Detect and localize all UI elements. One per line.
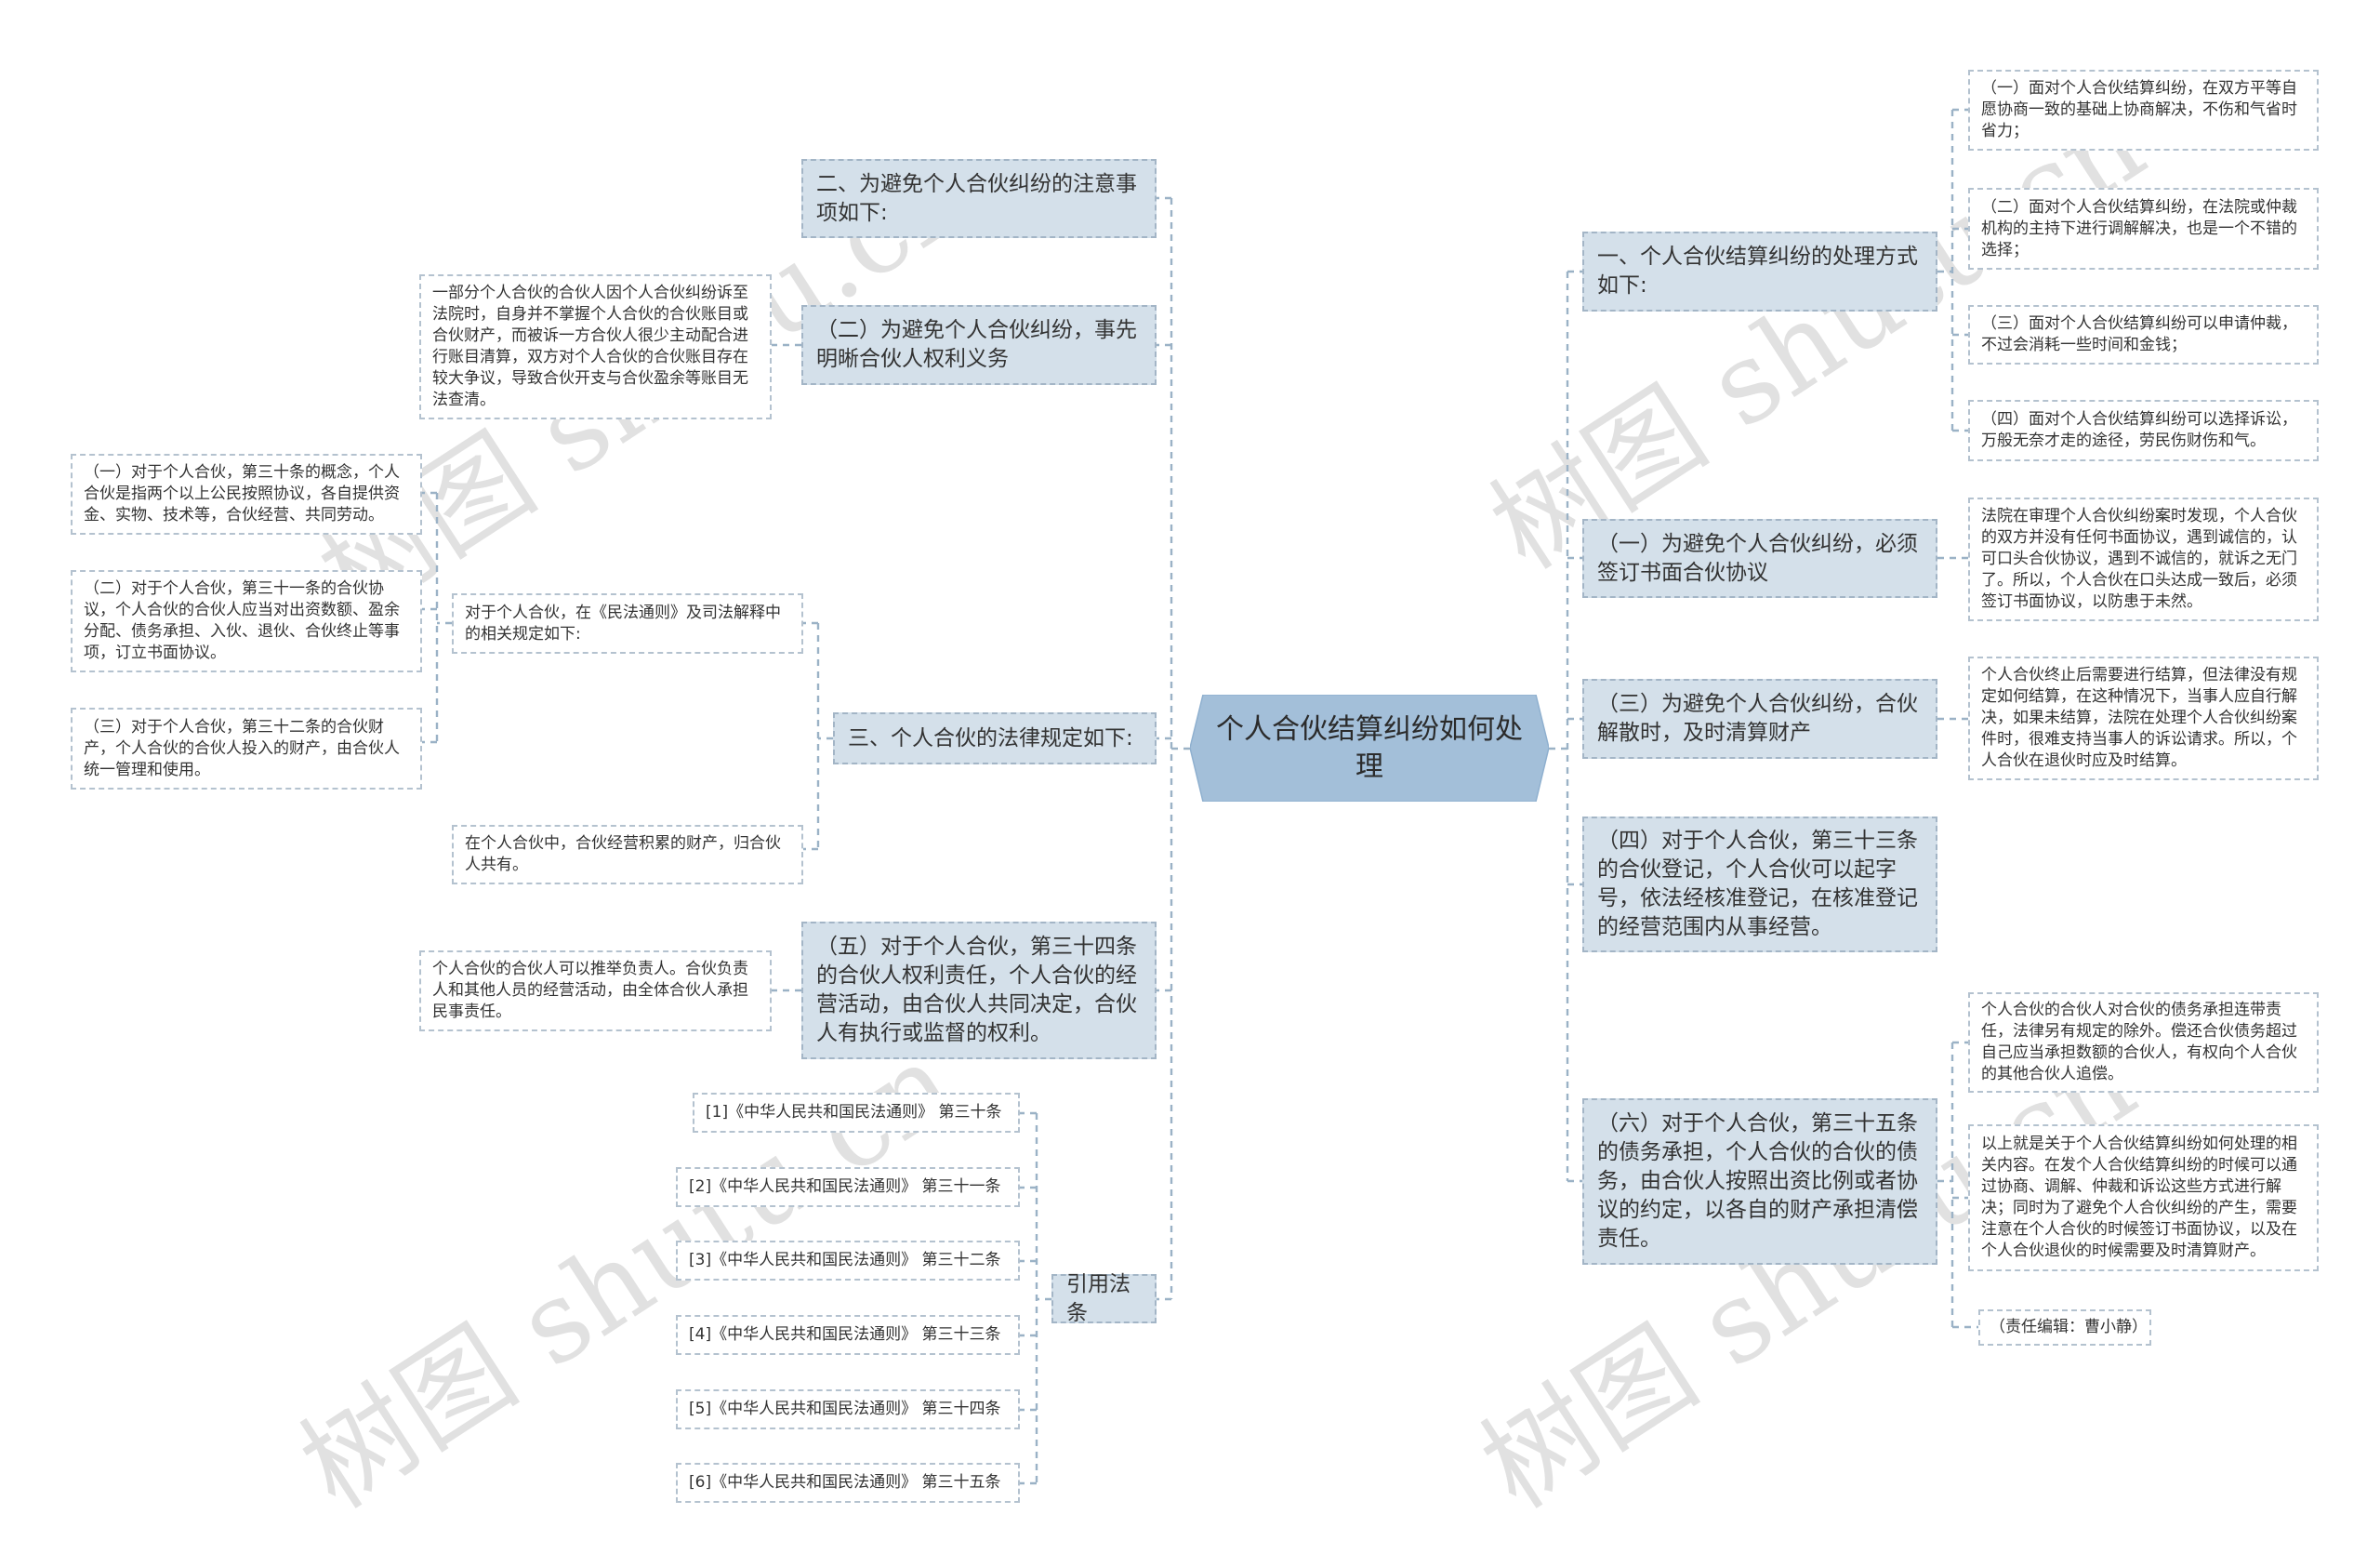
root-node[interactable]: 个人合伙结算纠纷如何处理 — [1190, 695, 1549, 802]
leaf-text: （三）面对个人合伙结算纠纷可以申请仲裁，不过会消耗一些时间和金钱； — [1981, 314, 2297, 354]
leaf-joint-property[interactable]: 在个人合伙中，合伙经营积累的财产，归合伙人共有。 — [452, 825, 803, 884]
leaf-text: （二）面对个人合伙结算纠纷，在法院或仲裁机构的主持下进行调解解决，也是一个不错的… — [1981, 197, 2297, 259]
citation-item[interactable]: [1]《中华人民共和国民法通则》 第三十条 — [693, 1093, 1020, 1133]
branch-liquidate-property[interactable]: （三）为避免个人合伙纠纷，合伙解散时，及时清算财产 — [1582, 679, 1937, 759]
leaf-text: 一部分个人合伙的合伙人因个人合伙纠纷诉至法院时，自身并不掌握个人合伙的合伙账目或… — [432, 284, 748, 409]
leaf-editor-credit[interactable]: （责任编辑：曹小静） — [1978, 1309, 2151, 1346]
citation-text: [5]《中华人民共和国民法通则》 第三十四条 — [689, 1400, 1001, 1418]
branch-label: （三）为避免个人合伙纠纷，合伙解散时，及时清算财产 — [1597, 692, 1918, 745]
leaf-text: （三）对于个人合伙，第三十二条的合伙财产，个人合伙的合伙人投入的财产，由合伙人统… — [84, 717, 400, 779]
citation-text: [1]《中华人民共和国民法通则》 第三十条 — [706, 1103, 1002, 1122]
leaf-accounts-dispute[interactable]: 一部分个人合伙的合伙人因个人合伙纠纷诉至法院时，自身并不掌握个人合伙的合伙账目或… — [419, 274, 772, 419]
leaf-text: （四）面对个人合伙结算纠纷可以选择诉讼，万般无奈才走的途径，劳民伤财伤和气。 — [1981, 410, 2297, 450]
leaf-text: 个人合伙终止后需要进行结算，但法律没有规定如何结算，在这种情况下，当事人应自行解… — [1981, 666, 2297, 770]
leaf-text: 以上就是关于个人合伙结算纠纷如何处理的相关内容。在发个人合伙结算纠纷的时候可以通… — [1981, 1135, 2297, 1260]
branch-processing-methods[interactable]: 一、个人合伙结算纠纷的处理方式如下: — [1582, 232, 1937, 312]
branch-legal-provisions[interactable]: 三、个人合伙的法律规定如下: — [833, 712, 1157, 764]
leaf-article-32[interactable]: （三）对于个人合伙，第三十二条的合伙财产，个人合伙的合伙人投入的财产，由合伙人统… — [71, 708, 422, 790]
leaf-article-31[interactable]: （二）对于个人合伙，第三十一条的合伙协议，个人合伙的合伙人应当对出资数额、盈余分… — [71, 570, 422, 672]
leaf-litigation[interactable]: （四）面对个人合伙结算纠纷可以选择诉讼，万般无奈才走的途径，劳民伤财伤和气。 — [1968, 400, 2319, 461]
branch-label: （六）对于个人合伙，第三十五条的债务承担，个人合伙的合伙的债务，由合伙人按照出资… — [1597, 1111, 1918, 1251]
citation-text: [4]《中华人民共和国民法通则》 第三十三条 — [689, 1325, 1001, 1344]
leaf-text: 个人合伙的合伙人可以推举负责人。合伙负责人和其他人员的经营活动，由全体合伙人承担… — [432, 960, 748, 1021]
branch-cited-laws[interactable]: 引用法条 — [1051, 1272, 1157, 1325]
leaf-written-agreement-detail[interactable]: 法院在审理个人合伙纠纷案时发现，个人合伙的双方并没有任何书面协议，遇到诚信的，认… — [1968, 498, 2319, 621]
branch-label: （四）对于个人合伙，第三十三条的合伙登记，个人合伙可以起字号，依法经核准登记，在… — [1597, 829, 1918, 939]
branch-label: 一、个人合伙结算纠纷的处理方式如下: — [1597, 245, 1918, 298]
leaf-civil-law-provisions[interactable]: 对于个人合伙，在《民法通则》及司法解释中的相关规定如下: — [452, 593, 803, 654]
citation-text: [2]《中华人民共和国民法通则》 第三十一条 — [689, 1177, 1001, 1196]
branch-label: 引用法条 — [1066, 1271, 1130, 1325]
citation-item[interactable]: [3]《中华人民共和国民法通则》 第三十二条 — [676, 1241, 1020, 1281]
citation-text: [6]《中华人民共和国民法通则》 第三十五条 — [689, 1473, 1001, 1492]
leaf-negotiation[interactable]: （一）面对个人合伙结算纠纷，在双方平等自愿协商一致的基础上协商解决，不伤和气省时… — [1968, 70, 2319, 151]
branch-label: 三、个人合伙的法律规定如下: — [848, 725, 1133, 750]
branch-clarify-rights[interactable]: （二）为避免个人合伙纠纷，事先明晰合伙人权利义务 — [801, 305, 1157, 385]
branch-label: 二、为避免个人合伙纠纷的注意事项如下: — [816, 171, 1137, 225]
leaf-text: （一）面对个人合伙结算纠纷，在双方平等自愿协商一致的基础上协商解决，不伤和气省时… — [1981, 79, 2297, 140]
leaf-responsible-person[interactable]: 个人合伙的合伙人可以推举负责人。合伙负责人和其他人员的经营活动，由全体合伙人承担… — [419, 950, 772, 1031]
branch-article-34[interactable]: （五）对于个人合伙，第三十四条的合伙人权利责任，个人合伙的经营活动，由合伙人共同… — [801, 922, 1157, 1059]
leaf-settlement-detail[interactable]: 个人合伙终止后需要进行结算，但法律没有规定如何结算，在这种情况下，当事人应自行解… — [1968, 657, 2319, 780]
branch-article-35[interactable]: （六）对于个人合伙，第三十五条的债务承担，个人合伙的合伙的债务，由合伙人按照出资… — [1582, 1098, 1937, 1265]
citation-item[interactable]: [2]《中华人民共和国民法通则》 第三十一条 — [676, 1167, 1020, 1207]
citation-item[interactable]: [4]《中华人民共和国民法通则》 第三十三条 — [676, 1315, 1020, 1355]
branch-label: （二）为避免个人合伙纠纷，事先明晰合伙人权利义务 — [816, 318, 1137, 371]
leaf-arbitration[interactable]: （三）面对个人合伙结算纠纷可以申请仲裁，不过会消耗一些时间和金钱； — [1968, 305, 2319, 365]
leaf-text: （二）对于个人合伙，第三十一条的合伙协议，个人合伙的合伙人应当对出资数额、盈余分… — [84, 579, 400, 662]
citation-item[interactable]: [6]《中华人民共和国民法通则》 第三十五条 — [676, 1463, 1020, 1503]
leaf-text: （责任编辑：曹小静） — [1990, 1318, 2148, 1336]
leaf-article-30[interactable]: （一）对于个人合伙，第三十条的概念，个人合伙是指两个以上公民按照协议，各自提供资… — [71, 454, 422, 535]
branch-label: （五）对于个人合伙，第三十四条的合伙人权利责任，个人合伙的经营活动，由合伙人共同… — [816, 935, 1137, 1045]
leaf-mediation[interactable]: （二）面对个人合伙结算纠纷，在法院或仲裁机构的主持下进行调解解决，也是一个不错的… — [1968, 188, 2319, 270]
leaf-text: （一）对于个人合伙，第三十条的概念，个人合伙是指两个以上公民按照协议，各自提供资… — [84, 463, 400, 525]
branch-label: （一）为避免个人合伙纠纷，必须签订书面合伙协议 — [1597, 531, 1918, 585]
leaf-text: 法院在审理个人合伙纠纷案时发现，个人合伙的双方并没有任何书面协议，遇到诚信的，认… — [1981, 507, 2297, 611]
root-label: 个人合伙结算纠纷如何处理 — [1216, 712, 1523, 783]
citation-text: [3]《中华人民共和国民法通则》 第三十二条 — [689, 1251, 1001, 1269]
leaf-summary[interactable]: 以上就是关于个人合伙结算纠纷如何处理的相关内容。在发个人合伙结算纠纷的时候可以通… — [1968, 1124, 2319, 1271]
citation-item[interactable]: [5]《中华人民共和国民法通则》 第三十四条 — [676, 1389, 1020, 1429]
mind-map-canvas: 个人合伙结算纠纷如何处理 一、个人合伙结算纠纷的处理方式如下: （一）为避免个人… — [0, 0, 2380, 1567]
leaf-text: 个人合伙的合伙人对合伙的债务承担连带责任，法律另有规定的除外。偿还合伙债务超过自… — [1981, 1001, 2297, 1083]
branch-precautions[interactable]: 二、为避免个人合伙纠纷的注意事项如下: — [801, 159, 1157, 238]
leaf-text: 在个人合伙中，合伙经营积累的财产，归合伙人共有。 — [465, 834, 781, 874]
branch-article-33[interactable]: （四）对于个人合伙，第三十三条的合伙登记，个人合伙可以起字号，依法经核准登记，在… — [1582, 817, 1937, 952]
leaf-joint-liability[interactable]: 个人合伙的合伙人对合伙的债务承担连带责任，法律另有规定的除外。偿还合伙债务超过自… — [1968, 992, 2319, 1093]
leaf-text: 对于个人合伙，在《民法通则》及司法解释中的相关规定如下: — [465, 603, 781, 644]
branch-written-agreement[interactable]: （一）为避免个人合伙纠纷，必须签订书面合伙协议 — [1582, 519, 1937, 598]
